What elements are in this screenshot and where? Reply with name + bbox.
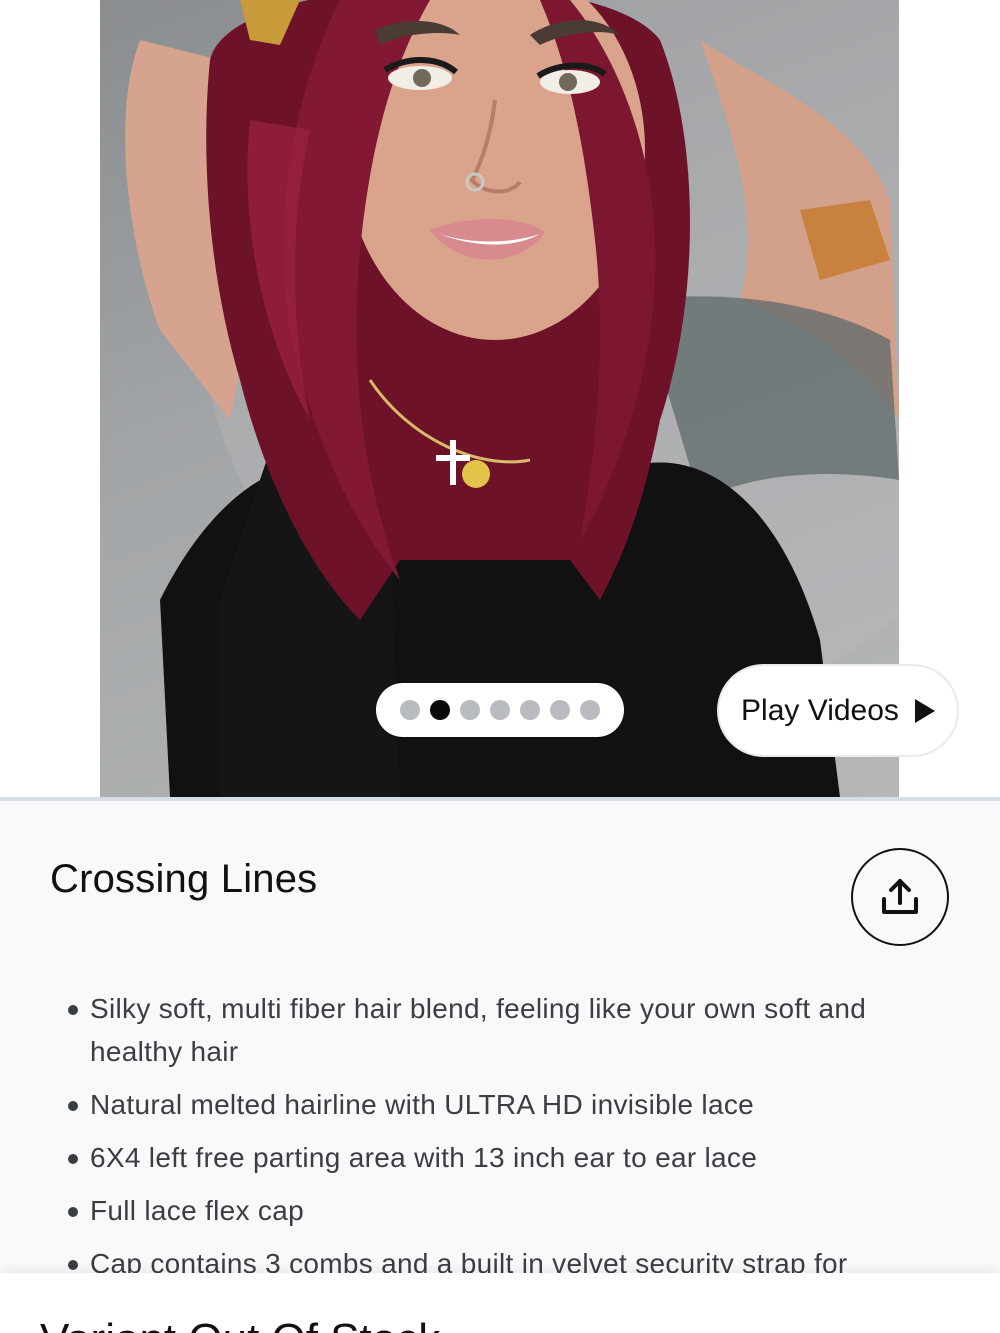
feature-item: Cap contains 3 combs and a built in velv… (68, 1242, 948, 1273)
share-button[interactable] (851, 848, 949, 946)
share-icon (882, 879, 918, 914)
slide-dot-2-active[interactable] (430, 700, 450, 720)
feature-item: Silky soft, multi fiber hair blend, feel… (68, 987, 948, 1073)
play-videos-button[interactable]: Play Videos (717, 664, 959, 757)
feature-item: 6X4 left free parting area with 13 inch … (68, 1136, 948, 1179)
product-info: Crossing Lines Silky soft, multi fiber h… (0, 801, 1000, 1273)
slide-dot-4[interactable] (490, 700, 510, 720)
slide-dot-3[interactable] (460, 700, 480, 720)
feature-item: Natural melted hairline with ULTRA HD in… (68, 1083, 948, 1126)
play-videos-label: Play Videos (741, 693, 899, 727)
slide-dot-6[interactable] (550, 700, 570, 720)
feature-item: Full lace flex cap (68, 1189, 948, 1232)
play-icon (914, 698, 935, 723)
slide-dot-7[interactable] (580, 700, 600, 720)
slide-dot-1[interactable] (400, 700, 420, 720)
slide-dot-5[interactable] (520, 700, 540, 720)
stock-notice-title: Variant Out Of Stock (40, 1315, 440, 1333)
stock-notice-sheet[interactable]: Variant Out Of Stock (0, 1273, 1000, 1333)
slide-indicator[interactable] (376, 683, 624, 737)
product-gallery[interactable]: Play Videos (0, 0, 1000, 801)
product-title: Crossing Lines (50, 857, 318, 901)
feature-list: Silky soft, multi fiber hair blend, feel… (68, 987, 948, 1273)
